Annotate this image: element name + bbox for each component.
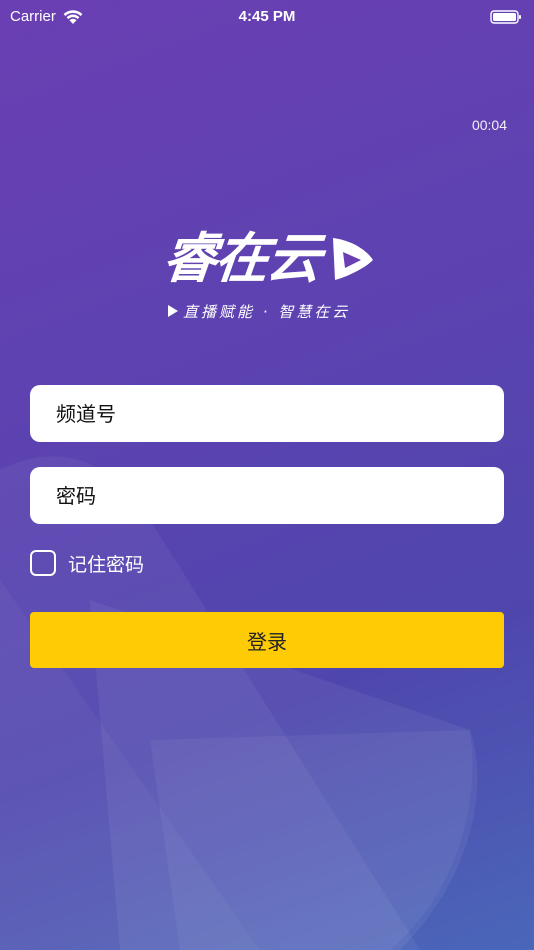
login-button[interactable]: 登录 — [30, 612, 504, 668]
status-bar: Carrier 4:45 PM — [0, 0, 534, 34]
play-icon — [333, 238, 373, 280]
logo-text: 睿在云 — [159, 227, 323, 290]
remember-password[interactable]: 记住密码 — [30, 549, 144, 577]
countdown-timer: 00:04 — [471, 117, 507, 133]
channel-input[interactable] — [30, 385, 504, 442]
battery-icon — [490, 10, 521, 24]
remember-label: 记住密码 — [68, 553, 145, 576]
status-time: 4:45 PM — [238, 8, 296, 25]
slogan-play-icon — [168, 305, 178, 317]
password-input[interactable] — [30, 467, 504, 524]
slogan-text: 直播赋能 · 智慧在云 — [183, 302, 351, 321]
app-logo: 睿在云 — [160, 224, 373, 294]
password-field[interactable] — [30, 467, 504, 524]
slogan: 直播赋能 · 智慧在云 — [168, 300, 350, 322]
channel-field[interactable] — [30, 385, 504, 442]
remember-checkbox[interactable] — [30, 550, 56, 576]
